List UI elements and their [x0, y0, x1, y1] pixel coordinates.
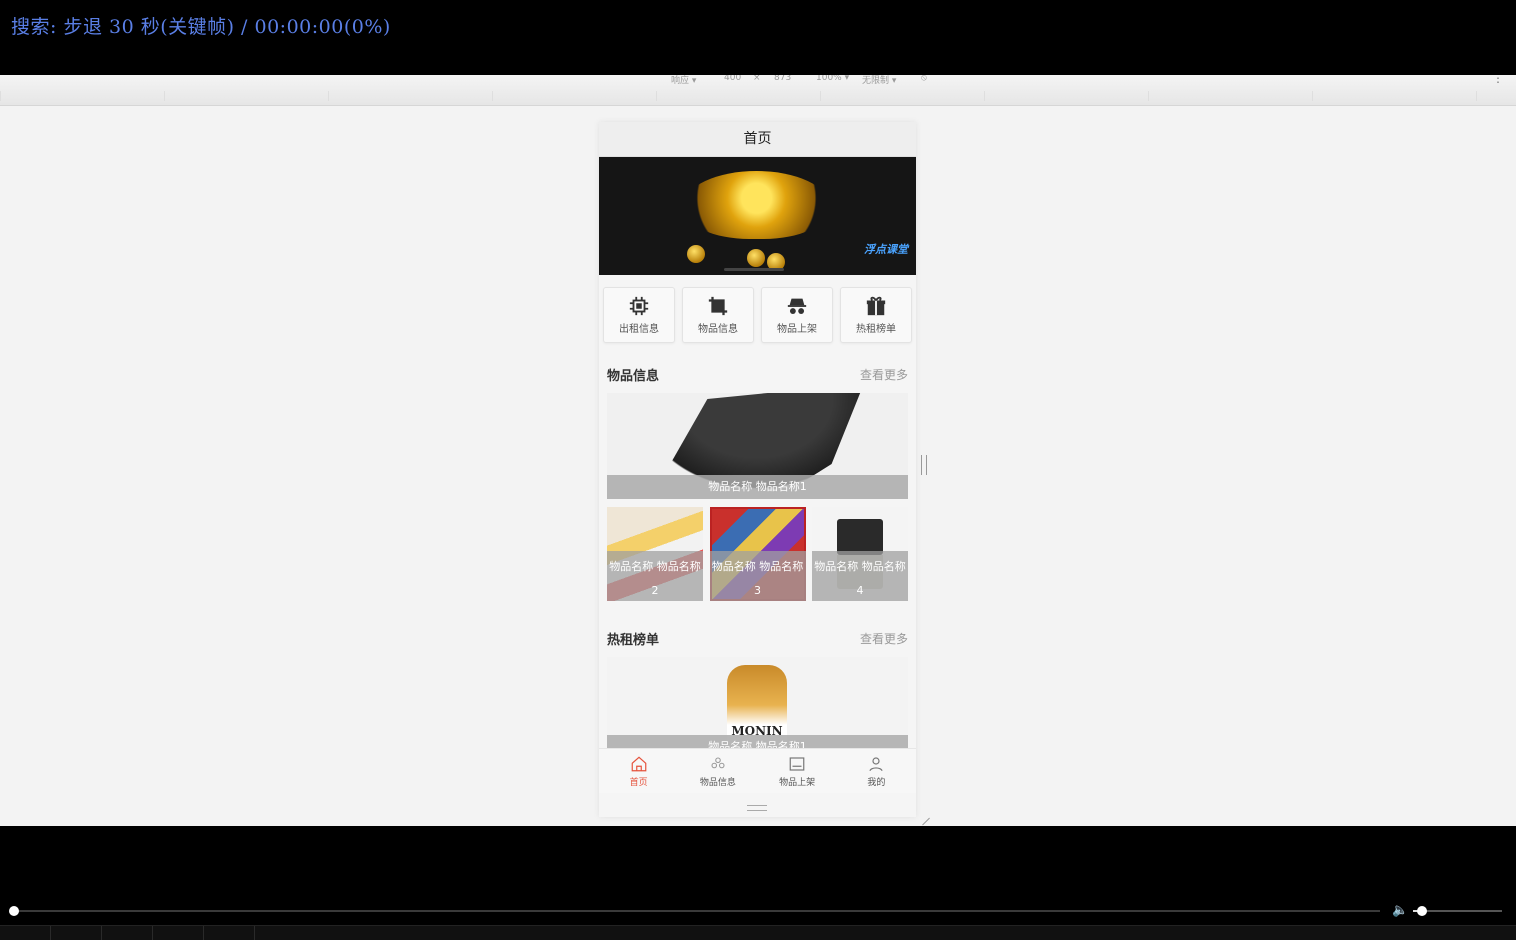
- corner-resize-handle[interactable]: [915, 810, 930, 826]
- view-more-link[interactable]: 查看更多: [860, 630, 908, 647]
- incognito-icon: [787, 298, 807, 314]
- bottom-tab-bar: 首页 物品信息 物品上架 我的: [599, 748, 916, 793]
- flower-icon: [711, 756, 725, 768]
- tab-home[interactable]: 首页: [604, 755, 674, 788]
- device-toolbar: 响应 ▾ 400 × 873 100% ▾ 无限制 ▾ ⦸ ⋮: [0, 75, 1516, 106]
- item-thumbnails: 物品名称 物品名称2 物品名称 物品名称3 物品名称 物品名称4: [607, 507, 908, 601]
- items-section-header: 物品信息 查看更多: [599, 359, 916, 389]
- item-caption: 物品名称 物品名称3: [709, 551, 806, 601]
- width-input[interactable]: 400: [724, 75, 741, 83]
- featured-item-card[interactable]: 物品名称 物品名称1: [607, 393, 908, 499]
- section-title: 物品信息: [607, 368, 660, 384]
- strip-segment: [153, 926, 204, 940]
- menu-item-rental-info[interactable]: 出租信息: [603, 287, 675, 343]
- strip-segment: [204, 926, 255, 940]
- device-select[interactable]: 响应 ▾: [671, 75, 696, 86]
- more-options-icon[interactable]: ⋮: [1492, 75, 1504, 85]
- strip-segment: [102, 926, 153, 940]
- strip-segment: [0, 926, 51, 940]
- banner-decoration: [747, 249, 765, 267]
- tab-label: 物品信息: [699, 777, 736, 788]
- osd-seek-text: 搜索: 步退 30 秒(关键帧) / 00:00:00(0%): [11, 16, 391, 38]
- menu-item-label: 出租信息: [619, 324, 659, 335]
- menu-item-listing[interactable]: 物品上架: [761, 287, 833, 343]
- banner-carousel[interactable]: 浮点课堂: [599, 157, 916, 275]
- tab-label: 物品上架: [779, 777, 816, 788]
- zoom-select[interactable]: 100% ▾: [816, 75, 849, 83]
- item-caption: 物品名称 物品名称1: [607, 475, 908, 499]
- tab-item-info[interactable]: 物品信息: [683, 755, 753, 788]
- media-query-ruler: [0, 91, 1516, 101]
- tab-label: 首页: [629, 777, 648, 788]
- item-card[interactable]: 物品名称 物品名称4: [812, 507, 908, 601]
- home-icon: [631, 755, 646, 771]
- item-caption: 物品名称 物品名称4: [812, 551, 908, 601]
- banner-image: [684, 171, 829, 239]
- tab-label: 我的: [867, 777, 886, 788]
- video-player-controls: 🔈: [0, 826, 1516, 940]
- height-input[interactable]: 873: [774, 75, 791, 83]
- carousel-indicator: [724, 268, 784, 271]
- menu-item-item-info[interactable]: 物品信息: [682, 287, 754, 343]
- side-resize-handle[interactable]: [921, 455, 927, 475]
- gift-icon: [866, 296, 886, 316]
- mobile-app-screen: 首页 浮点课堂 出租信息 物品信息 物品上架 热租榜单 物品信息 查看更多 物品…: [599, 122, 916, 817]
- dimension-separator: ×: [753, 75, 761, 83]
- throttle-select[interactable]: 无限制 ▾: [862, 75, 896, 86]
- section-title: 热租榜单: [607, 632, 660, 648]
- volume-knob[interactable]: [1417, 906, 1427, 916]
- chip-icon: [629, 296, 649, 316]
- bottom-resize-handle[interactable]: [747, 805, 767, 811]
- item-card[interactable]: 物品名称 物品名称3: [709, 507, 806, 601]
- rotate-icon[interactable]: ⦸: [921, 75, 927, 83]
- item-caption: 物品名称 物品名称2: [607, 551, 703, 601]
- banner-decoration: [687, 245, 705, 263]
- view-more-link[interactable]: 查看更多: [860, 366, 908, 383]
- strip-segment: [51, 926, 102, 940]
- hot-section-header: 热租榜单 查看更多: [599, 623, 916, 653]
- crop-icon: [708, 296, 728, 316]
- volume-icon[interactable]: 🔈: [1392, 903, 1408, 918]
- item-card[interactable]: 物品名称 物品名称2: [607, 507, 703, 601]
- menu-item-label: 物品上架: [777, 324, 817, 335]
- quick-menu: 出租信息 物品信息 物品上架 热租榜单: [599, 275, 916, 349]
- user-icon: [869, 756, 883, 771]
- tab-mine[interactable]: 我的: [841, 755, 911, 788]
- page-title: 首页: [599, 122, 916, 157]
- menu-item-label: 物品信息: [698, 324, 738, 335]
- seek-bar[interactable]: [14, 910, 1380, 912]
- menu-item-hot-ranking[interactable]: 热租榜单: [840, 287, 912, 343]
- volume-slider[interactable]: [1420, 910, 1502, 912]
- browser-viewport: 响应 ▾ 400 × 873 100% ▾ 无限制 ▾ ⦸ ⋮ 首页 浮点课堂: [0, 75, 1516, 826]
- tab-listing[interactable]: 物品上架: [762, 755, 832, 788]
- osd-overlay: 搜索: 步退 30 秒(关键帧) / 00:00:00(0%): [0, 0, 1516, 75]
- menu-item-label: 热租榜单: [856, 324, 896, 335]
- seek-knob[interactable]: [9, 906, 19, 916]
- banner-logo: 浮点课堂: [864, 243, 908, 256]
- image-icon: [789, 756, 805, 771]
- player-status-strip: [0, 925, 1516, 940]
